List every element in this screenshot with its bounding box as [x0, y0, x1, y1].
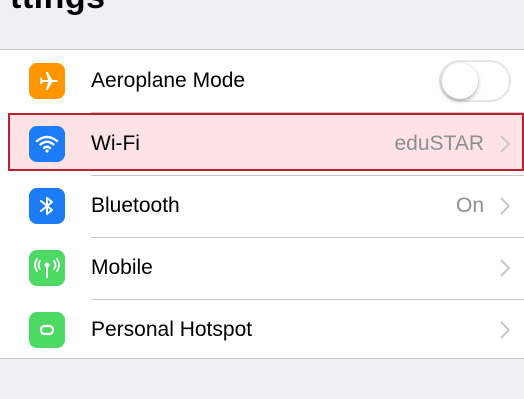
- settings-list: Aeroplane Mode Wi-Fi eduSTAR Bluetooth O…: [0, 49, 524, 359]
- airplane-icon: [29, 63, 65, 99]
- wifi-icon: [29, 126, 65, 162]
- wifi-network-value: eduSTAR: [394, 132, 485, 155]
- antenna-icon: [29, 250, 65, 286]
- wifi-row[interactable]: Wi-Fi eduSTAR: [0, 113, 524, 175]
- chevron-right-icon: [500, 135, 511, 153]
- chevron-right-icon: [500, 197, 511, 215]
- bluetooth-icon: [29, 188, 65, 224]
- navigation-bar: ttings: [0, 0, 524, 36]
- aeroplane-mode-toggle[interactable]: [439, 60, 511, 102]
- wifi-label: Wi-Fi: [91, 132, 140, 155]
- toggle-knob: [442, 63, 478, 99]
- chevron-right-icon: [500, 321, 511, 339]
- hotspot-icon: [29, 312, 65, 348]
- bluetooth-label: Bluetooth: [91, 194, 180, 217]
- aeroplane-mode-row[interactable]: Aeroplane Mode: [0, 50, 524, 112]
- aeroplane-mode-label: Aeroplane Mode: [91, 69, 246, 92]
- personal-hotspot-row[interactable]: Personal Hotspot: [0, 299, 524, 361]
- mobile-row[interactable]: Mobile: [0, 237, 524, 299]
- mobile-label: Mobile: [91, 256, 153, 279]
- chevron-right-icon: [500, 259, 511, 277]
- bluetooth-status-value: On: [455, 194, 484, 217]
- page-title: ttings: [10, 0, 106, 17]
- bluetooth-row[interactable]: Bluetooth On: [0, 175, 524, 237]
- personal-hotspot-label: Personal Hotspot: [91, 318, 253, 341]
